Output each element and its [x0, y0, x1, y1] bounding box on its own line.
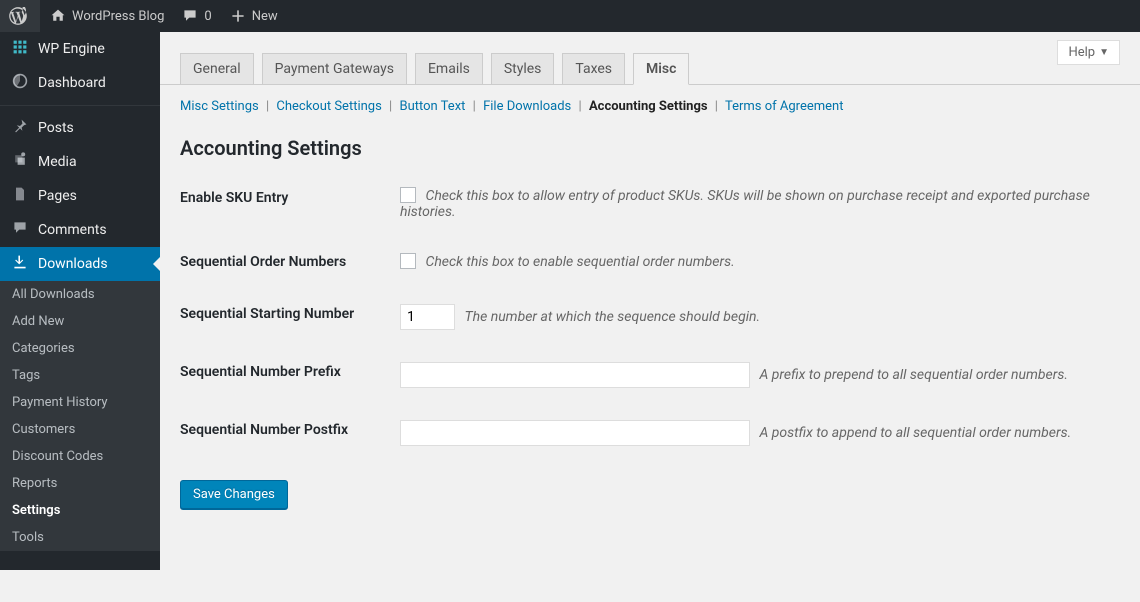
submenu-discount-codes[interactable]: Discount Codes	[0, 443, 160, 470]
sidebar-item-label: WP Engine	[38, 41, 105, 57]
tab-misc[interactable]: Misc	[633, 53, 689, 85]
label-sequential-orders: Sequential Order Numbers	[180, 236, 400, 288]
comments-menu[interactable]: 0	[172, 0, 219, 32]
site-name-label: WordPress Blog	[72, 9, 164, 24]
comments-bubble-icon	[10, 220, 30, 240]
section-title: Accounting Settings	[160, 118, 1140, 164]
submenu-payment-history[interactable]: Payment History	[0, 389, 160, 416]
plus-icon	[228, 6, 248, 26]
wordpress-icon	[8, 6, 28, 26]
page-icon	[10, 186, 30, 206]
sidebar-item-dashboard[interactable]: Dashboard	[0, 66, 160, 100]
tab-taxes[interactable]: Taxes	[562, 53, 625, 84]
subnav-accounting-settings: Accounting Settings	[589, 99, 708, 114]
label-seq-prefix: Sequential Number Prefix	[180, 346, 400, 404]
label-seq-postfix: Sequential Number Postfix	[180, 404, 400, 462]
desc-seq-prefix: A prefix to prepend to all sequential or…	[759, 367, 1067, 383]
desc-enable-sku: Check this box to allow entry of product…	[400, 188, 1090, 220]
tab-general[interactable]: General	[180, 53, 254, 84]
tab-styles[interactable]: Styles	[491, 53, 555, 84]
input-seq-start[interactable]	[400, 304, 455, 330]
new-content-menu[interactable]: New	[220, 0, 286, 32]
downloads-icon	[10, 254, 30, 274]
input-seq-prefix[interactable]	[400, 362, 750, 388]
dashboard-icon	[10, 73, 30, 93]
site-name-menu[interactable]: WordPress Blog	[40, 0, 172, 32]
save-button[interactable]: Save Changes	[180, 480, 288, 509]
sidebar-item-label: Media	[38, 154, 77, 170]
sidebar-item-label: Pages	[38, 188, 77, 204]
subnav-terms-of-agreement[interactable]: Terms of Agreement	[725, 99, 844, 114]
admin-topbar: WordPress Blog 0 New	[0, 0, 1140, 32]
sidebar-item-label: Posts	[38, 120, 74, 136]
comment-icon	[180, 6, 200, 26]
new-label: New	[252, 9, 278, 24]
media-icon	[10, 152, 30, 172]
submenu-categories[interactable]: Categories	[0, 335, 160, 362]
submenu-tools[interactable]: Tools	[0, 524, 160, 551]
sidebar-item-posts[interactable]: Posts	[0, 111, 160, 145]
tab-payment-gateways[interactable]: Payment Gateways	[262, 53, 407, 84]
sidebar-item-wp-engine[interactable]: WP Engine	[0, 32, 160, 66]
submenu-tags[interactable]: Tags	[0, 362, 160, 389]
sidebar-item-downloads[interactable]: Downloads	[0, 247, 160, 281]
checkbox-enable-sku[interactable]	[400, 187, 416, 203]
input-seq-postfix[interactable]	[400, 420, 750, 446]
help-toggle[interactable]: Help ▼	[1057, 40, 1120, 65]
submenu-reports[interactable]: Reports	[0, 470, 160, 497]
subnav-button-text[interactable]: Button Text	[399, 99, 465, 114]
submenu-all-downloads[interactable]: All Downloads	[0, 281, 160, 308]
menu-separator	[0, 105, 160, 106]
caret-down-icon: ▼	[1099, 47, 1109, 58]
sidebar-item-media[interactable]: Media	[0, 145, 160, 179]
pin-icon	[10, 118, 30, 138]
settings-form-table: Enable SKU Entry Check this box to allow…	[180, 172, 1120, 462]
admin-sidebar: WP Engine Dashboard Posts Media Pages Co…	[0, 32, 160, 570]
checkbox-sequential-orders[interactable]	[400, 253, 416, 269]
subnav-misc-settings[interactable]: Misc Settings	[180, 99, 259, 114]
subnav-file-downloads[interactable]: File Downloads	[483, 99, 571, 114]
sidebar-item-label: Comments	[38, 222, 107, 238]
subnav-checkout-settings[interactable]: Checkout Settings	[276, 99, 381, 114]
comments-count: 0	[204, 9, 211, 24]
label-seq-start: Sequential Starting Number	[180, 288, 400, 346]
main-content: Help ▼ General Payment Gateways Emails S…	[160, 32, 1140, 529]
settings-tabs: General Payment Gateways Emails Styles T…	[160, 32, 1140, 85]
misc-subnav: Misc Settings | Checkout Settings | Butt…	[160, 85, 1140, 118]
help-label: Help	[1068, 45, 1095, 60]
home-icon	[48, 6, 68, 26]
sidebar-item-comments[interactable]: Comments	[0, 213, 160, 247]
wpengine-icon	[10, 39, 30, 59]
tab-emails[interactable]: Emails	[415, 53, 483, 84]
submenu-customers[interactable]: Customers	[0, 416, 160, 443]
submenu-add-new[interactable]: Add New	[0, 308, 160, 335]
label-enable-sku: Enable SKU Entry	[180, 172, 400, 236]
sidebar-item-pages[interactable]: Pages	[0, 179, 160, 213]
desc-seq-start: The number at which the sequence should …	[464, 309, 760, 325]
desc-seq-postfix: A postfix to append to all sequential or…	[759, 425, 1071, 441]
desc-sequential-orders: Check this box to enable sequential orde…	[425, 254, 734, 270]
submenu-settings[interactable]: Settings	[0, 497, 160, 524]
sidebar-item-label: Downloads	[38, 256, 108, 272]
wp-logo-menu[interactable]	[0, 0, 40, 32]
sidebar-item-label: Dashboard	[38, 75, 106, 91]
